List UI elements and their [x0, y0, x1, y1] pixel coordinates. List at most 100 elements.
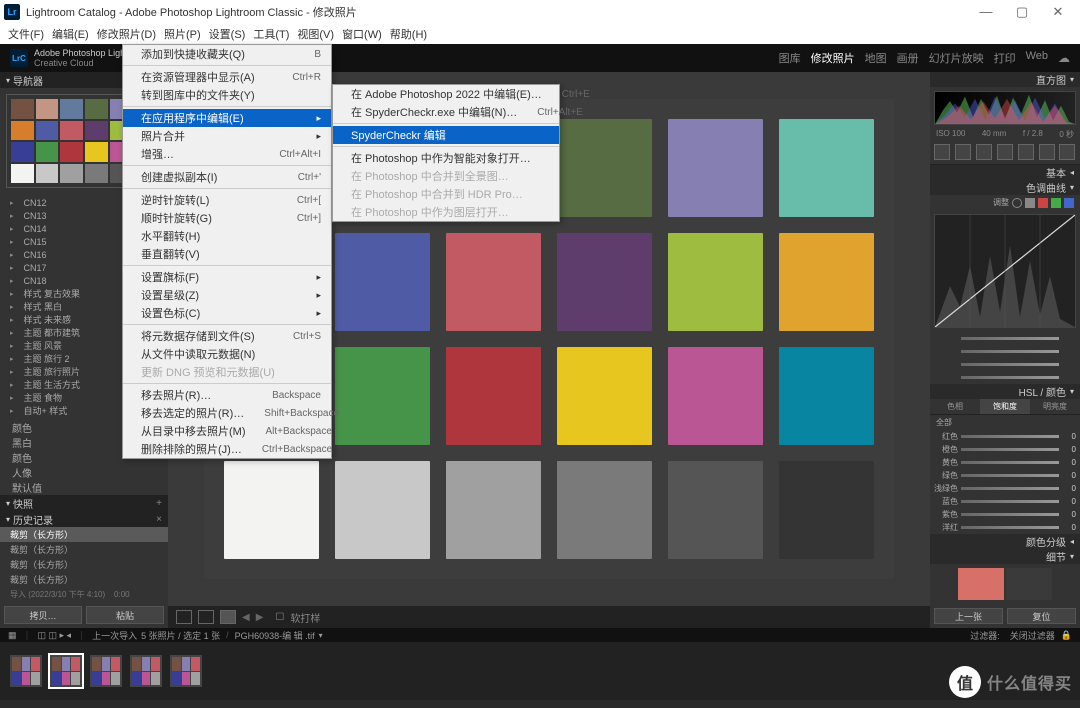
module-tab[interactable]: 修改照片	[811, 50, 855, 66]
menu-item[interactable]: 帮助(H)	[386, 26, 431, 42]
loupe-view-icon[interactable]	[176, 610, 192, 624]
menu-item[interactable]: 在 SpyderCheckr.exe 中编辑(N)…Ctrl+Alt+E	[333, 103, 559, 121]
menu-item[interactable]: 在 Adobe Photoshop 2022 中编辑(E)…Ctrl+E	[333, 85, 559, 103]
menu-item[interactable]: 在 Photoshop 中作为智能对象打开…	[333, 149, 559, 167]
module-tab[interactable]: Web	[1026, 50, 1048, 66]
edit-in-submenu[interactable]: 在 Adobe Photoshop 2022 中编辑(E)…Ctrl+E在 Sp…	[332, 84, 560, 222]
curve-rgb-icon[interactable]	[1025, 198, 1035, 208]
slider-row[interactable]: 黄色0	[930, 456, 1080, 469]
color-grading-header[interactable]: 颜色分级◂	[930, 534, 1080, 549]
menu-item[interactable]: 设置色标(C)▸	[123, 304, 331, 322]
history-item[interactable]: 裁剪（长方形）	[0, 542, 168, 557]
radial-tool-icon[interactable]	[1039, 144, 1055, 160]
curve-g-icon[interactable]	[1051, 198, 1061, 208]
history-item[interactable]: 裁剪（长方形）	[0, 572, 168, 587]
close-button[interactable]: ✕	[1040, 4, 1076, 20]
minimize-button[interactable]: —	[968, 4, 1004, 20]
grid-icon[interactable]: ▦	[8, 630, 17, 641]
menu-item[interactable]: 设置旗标(F)▸	[123, 268, 331, 286]
menu-item[interactable]: 添加到快捷收藏夹(Q)B	[123, 45, 331, 63]
menu-item[interactable]: 文件(F)	[4, 26, 48, 42]
menu-item[interactable]: 设置(S)	[205, 26, 250, 42]
preset-group[interactable]: 人像	[0, 465, 168, 480]
maximize-button[interactable]: ▢	[1004, 4, 1040, 20]
tone-curve[interactable]	[934, 214, 1076, 328]
view-icons[interactable]: ◫ ◫ ▸ ◂	[38, 630, 72, 641]
curve-slider[interactable]	[930, 371, 1080, 384]
menu-item[interactable]: 编辑(E)	[48, 26, 93, 42]
module-tab[interactable]: 地图	[865, 50, 887, 66]
spot-tool-icon[interactable]	[955, 144, 971, 160]
menubar[interactable]: 文件(F)编辑(E)修改照片(D)照片(P)设置(S)工具(T)视图(V)窗口(…	[0, 24, 1080, 44]
menu-item[interactable]: 视图(V)	[293, 26, 338, 42]
menu-item[interactable]: 修改照片(D)	[93, 26, 160, 42]
menu-item[interactable]: 照片合并▸	[123, 127, 331, 145]
lock-icon[interactable]: 🔒	[1061, 630, 1072, 641]
history-options-icon[interactable]: ×	[156, 514, 162, 525]
module-tab[interactable]: 打印	[994, 50, 1016, 66]
menu-item[interactable]: 照片(P)	[160, 26, 205, 42]
mask-tool-icon[interactable]	[997, 144, 1013, 160]
menu-item[interactable]: 在资源管理器中显示(A)Ctrl+R	[123, 68, 331, 86]
menu-item[interactable]: 从文件中读取元数据(N)	[123, 345, 331, 363]
menu-item[interactable]: 窗口(W)	[338, 26, 386, 42]
grad-tool-icon[interactable]	[1018, 144, 1034, 160]
slider-row[interactable]: 蓝色0	[930, 495, 1080, 508]
menu-item[interactable]: 设置星级(Z)▸	[123, 286, 331, 304]
tonecurve-header[interactable]: 色调曲线▾	[930, 180, 1080, 195]
curve-slider[interactable]	[930, 332, 1080, 345]
slider-row[interactable]: 洋红0	[930, 521, 1080, 534]
module-tab[interactable]: 幻灯片放映	[929, 50, 984, 66]
history-item[interactable]: 裁剪（长方形）	[0, 557, 168, 572]
snapshots-header[interactable]: ▾ 快照 +	[0, 495, 168, 511]
brush-tool-icon[interactable]	[1059, 144, 1075, 160]
slider-row[interactable]: 绿色0	[930, 469, 1080, 482]
before-after-icon[interactable]	[198, 610, 214, 624]
hsl-tab[interactable]: 明亮度	[1030, 399, 1080, 414]
crop-tool-icon[interactable]	[934, 144, 950, 160]
paste-button[interactable]: 粘贴	[86, 606, 164, 624]
menu-item[interactable]: 创建虚拟副本(I)Ctrl+'	[123, 168, 331, 186]
filmstrip-thumb[interactable]	[8, 653, 44, 689]
history-header[interactable]: ▾ 历史记录 ×	[0, 511, 168, 527]
menu-item[interactable]: 在应用程序中编辑(E)▸	[123, 109, 331, 127]
preset-group[interactable]: 默认值	[0, 480, 168, 495]
curve-r-icon[interactable]	[1038, 198, 1048, 208]
filmstrip-thumb[interactable]	[168, 653, 204, 689]
menu-item[interactable]: 顺时针旋转(G)Ctrl+]	[123, 209, 331, 227]
curve-slider[interactable]	[930, 345, 1080, 358]
slider-row[interactable]: 紫色0	[930, 508, 1080, 521]
curve-b-icon[interactable]	[1064, 198, 1074, 208]
hsl-tabs[interactable]: 色相饱和度明亮度	[930, 399, 1080, 415]
curve-point-icon[interactable]	[1012, 198, 1022, 208]
menu-item[interactable]: 水平翻转(H)	[123, 227, 331, 245]
menu-item[interactable]: 逆时针旋转(L)Ctrl+[	[123, 191, 331, 209]
softproof-label[interactable]: 软打样	[290, 610, 320, 625]
previous-button[interactable]: 上一张	[934, 608, 1003, 624]
slider-row[interactable]: 橙色0	[930, 443, 1080, 456]
source-label[interactable]: 上一次导入	[92, 629, 137, 642]
filmstrip-thumb[interactable]	[48, 653, 84, 689]
curve-slider[interactable]	[930, 358, 1080, 371]
menu-item[interactable]: 删除排除的照片(J)…Ctrl+Backspace	[123, 440, 331, 458]
add-snapshot-icon[interactable]: +	[156, 498, 162, 509]
hsl-header[interactable]: HSL / 颜色▾	[930, 384, 1080, 399]
filmstrip-thumb[interactable]	[88, 653, 124, 689]
filmstrip[interactable]	[0, 642, 1080, 700]
menu-item[interactable]: 移去照片(R)…Backspace	[123, 386, 331, 404]
basic-header[interactable]: 基本◂	[930, 165, 1080, 180]
hsl-tab[interactable]: 饱和度	[980, 399, 1030, 414]
menu-item[interactable]: 从目录中移去照片(M)Alt+Backspace	[123, 422, 331, 440]
slider-row[interactable]: 红色0	[930, 430, 1080, 443]
reset-button[interactable]: 复位	[1007, 608, 1076, 624]
photo-context-menu[interactable]: 添加到快捷收藏夹(Q)B在资源管理器中显示(A)Ctrl+R转到图库中的文件夹(…	[122, 44, 332, 459]
menu-item[interactable]: 移去选定的照片(R)…Shift+Backspace	[123, 404, 331, 422]
copy-button[interactable]: 拷贝…	[4, 606, 82, 624]
grid-view-icon[interactable]	[220, 610, 236, 624]
menu-item[interactable]: 增强…Ctrl+Alt+I	[123, 145, 331, 163]
menu-item[interactable]: 垂直翻转(V)	[123, 245, 331, 263]
hsl-all-label[interactable]: 全部	[930, 415, 1080, 430]
cloud-sync-icon[interactable]: ☁	[1058, 51, 1070, 65]
menu-item[interactable]: 将元数据存储到文件(S)Ctrl+S	[123, 327, 331, 345]
slider-row[interactable]: 浅绿色0	[930, 482, 1080, 495]
